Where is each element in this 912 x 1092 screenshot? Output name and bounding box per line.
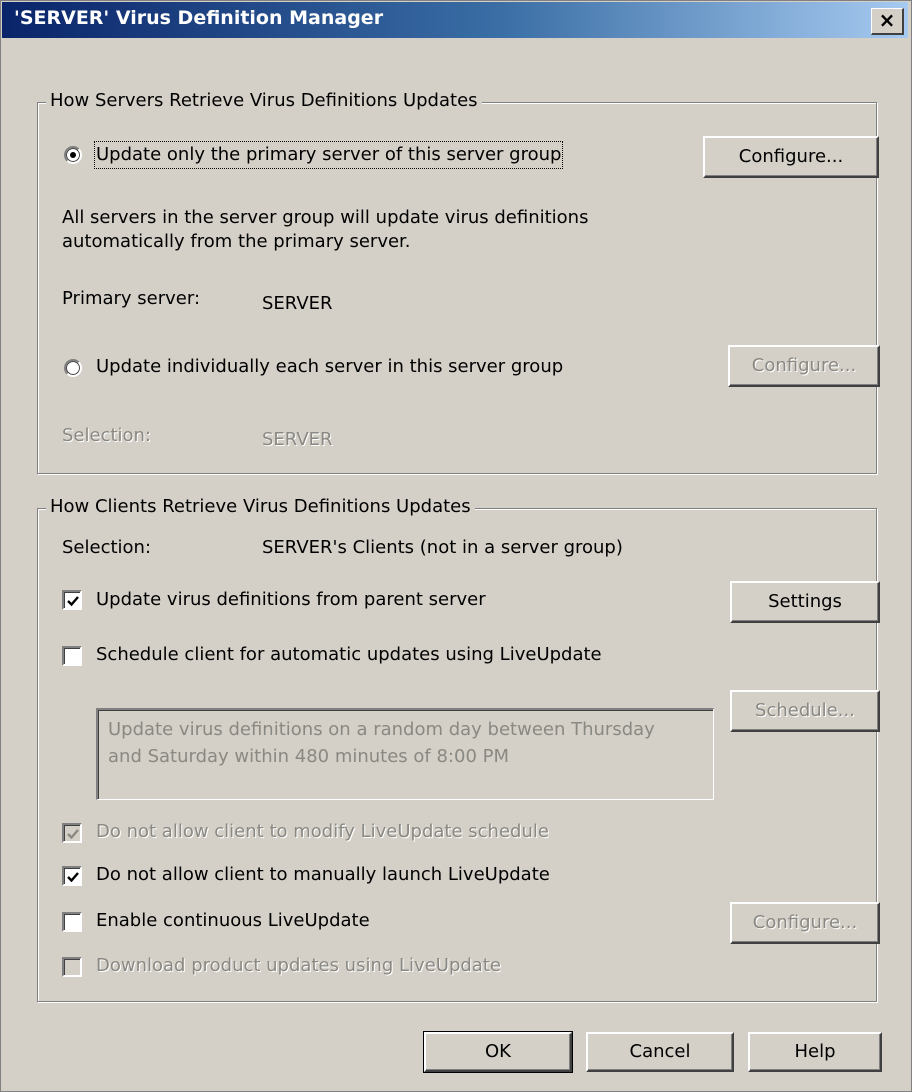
servers-selection-value: SERVER xyxy=(262,429,333,450)
cancel-button[interactable]: Cancel xyxy=(586,1032,734,1072)
schedule-button[interactable]: Schedule... xyxy=(730,690,880,732)
servers-selection-label: Selection: xyxy=(62,425,152,446)
close-icon: × xyxy=(878,8,896,32)
settings-button[interactable]: Settings xyxy=(730,581,880,623)
servers-description-line1: All servers in the server group will upd… xyxy=(62,207,589,228)
schedule-liveupdate-label[interactable]: Schedule client for automatic updates us… xyxy=(96,643,602,667)
checkbox-download-product-updates[interactable] xyxy=(62,957,82,977)
clients-selection-label: Selection: xyxy=(62,537,152,558)
schedule-description-line2: and Saturday within 480 minutes of 8:00 … xyxy=(108,746,510,767)
checkbox-schedule-liveupdate[interactable] xyxy=(62,646,82,666)
configure-continuous-button[interactable]: Configure... xyxy=(730,902,880,944)
no-manual-launch-label[interactable]: Do not allow client to manually launch L… xyxy=(96,863,550,887)
checkmark-icon xyxy=(67,829,79,840)
radio-update-primary-label[interactable]: Update only the primary server of this s… xyxy=(93,141,564,169)
checkmark-icon xyxy=(67,872,79,883)
radio-update-individual-label[interactable]: Update individually each server in this … xyxy=(96,355,563,379)
continuous-liveupdate-label[interactable]: Enable continuous LiveUpdate xyxy=(96,909,370,933)
servers-description-line2: automatically from the primary server. xyxy=(62,231,411,252)
servers-group-legend: How Servers Retrieve Virus Definitions U… xyxy=(46,89,482,113)
download-product-updates-label[interactable]: Download product updates using LiveUpdat… xyxy=(96,954,501,978)
primary-server-value: SERVER xyxy=(262,293,333,314)
checkmark-icon xyxy=(67,596,79,607)
no-modify-schedule-label[interactable]: Do not allow client to modify LiveUpdate… xyxy=(96,820,549,844)
checkbox-no-modify-schedule[interactable] xyxy=(62,823,82,843)
help-button[interactable]: Help xyxy=(748,1032,882,1072)
update-from-parent-label[interactable]: Update virus definitions from parent ser… xyxy=(96,588,486,612)
window-title: 'SERVER' Virus Definition Manager xyxy=(14,7,384,29)
schedule-description-line1: Update virus definitions on a random day… xyxy=(108,719,655,740)
clients-selection-value: SERVER's Clients (not in a server group) xyxy=(262,537,623,558)
title-bar[interactable]: 'SERVER' Virus Definition Manager × xyxy=(2,2,908,38)
configure-individual-button[interactable]: Configure... xyxy=(728,345,880,387)
radio-update-individual[interactable] xyxy=(64,359,82,377)
radio-update-primary[interactable] xyxy=(64,146,82,164)
clients-group-legend: How Clients Retrieve Virus Definitions U… xyxy=(46,495,475,519)
checkbox-update-from-parent[interactable] xyxy=(62,590,82,610)
checkbox-continuous-liveupdate[interactable] xyxy=(62,912,82,932)
radio-dot xyxy=(70,152,76,158)
schedule-description-box: Update virus definitions on a random day… xyxy=(96,708,714,800)
close-button[interactable]: × xyxy=(871,8,904,35)
primary-server-label: Primary server: xyxy=(62,288,201,309)
checkbox-no-manual-launch[interactable] xyxy=(62,866,82,886)
configure-primary-button[interactable]: Configure... xyxy=(703,136,879,178)
ok-button[interactable]: OK xyxy=(423,1031,573,1073)
